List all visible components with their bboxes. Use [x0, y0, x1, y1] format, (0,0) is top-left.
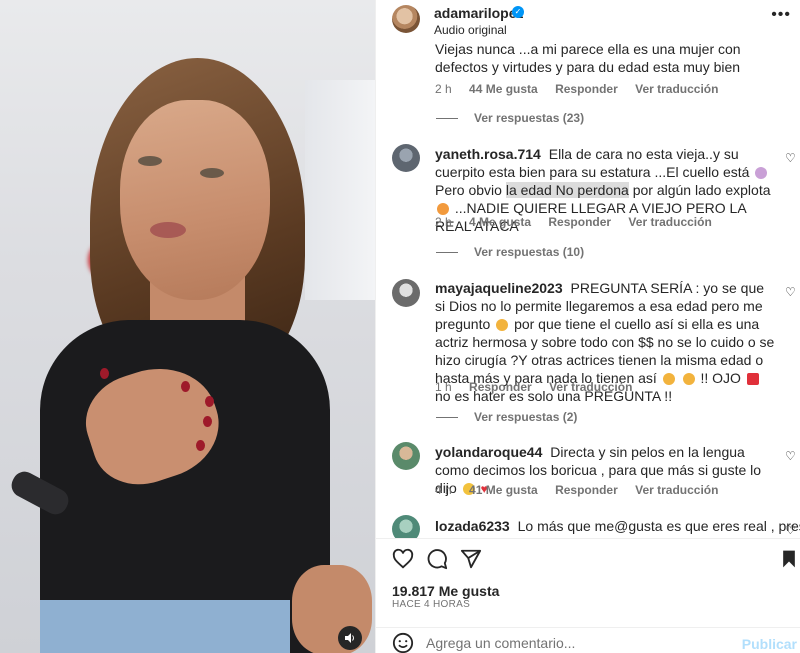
more-options-icon[interactable]: ••• — [771, 6, 791, 24]
view-replies-button[interactable]: Ver respuestas (10) — [436, 245, 584, 259]
comment-time: 2 h — [435, 82, 452, 96]
background-shelf — [305, 80, 375, 300]
comment-body: Lo más que me@gusta es que eres real , p… — [517, 518, 800, 534]
comment-time: 4 h — [435, 483, 452, 497]
divider — [436, 416, 458, 418]
comment-text: Viejas nunca ...a mi parece ella es una … — [435, 44, 741, 75]
avatar[interactable] — [392, 442, 420, 470]
comment-meta: 2 h 44 Me gusta Responder Ver traducción — [435, 82, 732, 96]
translate-button[interactable]: Ver traducción — [635, 82, 718, 96]
share-icon[interactable] — [460, 548, 482, 570]
comment-username[interactable]: lozada6233 — [435, 518, 510, 534]
comment-likes[interactable]: 4 Me gusta — [469, 215, 531, 229]
divider — [436, 251, 458, 253]
divider — [436, 117, 458, 119]
highlighted-text: la edad No perdona — [505, 182, 629, 198]
comment-username[interactable]: mayajaqueline2023 — [435, 280, 563, 296]
comment-text: lozada6233 Lo más que me@gusta es que er… — [435, 517, 800, 535]
post-header: adamarilopez ✓ Audio original ••• — [376, 0, 800, 44]
nail — [196, 440, 205, 451]
verified-badge-icon: ✓ — [512, 6, 524, 18]
avatar[interactable] — [392, 144, 420, 172]
person-jeans — [40, 600, 290, 653]
thinking-emoji-icon — [662, 373, 675, 386]
audio-link[interactable]: Audio original — [434, 23, 507, 37]
comment-username[interactable]: yaneth.rosa.714 — [435, 146, 541, 162]
nail — [100, 368, 109, 379]
view-replies-label: Ver respuestas (2) — [474, 410, 578, 424]
reply-button[interactable]: Responder — [469, 380, 532, 394]
comment-body: por algún lado explota — [632, 182, 771, 198]
comment-body: Pero obvio — [435, 182, 502, 198]
post-comment-button[interactable]: Publicar — [742, 636, 797, 652]
comment-input[interactable] — [426, 634, 726, 652]
post-username[interactable]: adamarilopez — [434, 5, 523, 21]
person-eye — [138, 156, 162, 166]
person-lips — [150, 222, 186, 238]
comments-list[interactable]: Viejas nunca ...a mi parece ella es una … — [376, 44, 800, 538]
thinking-emoji-icon — [496, 319, 509, 332]
avatar[interactable] — [392, 5, 420, 33]
comment-icon[interactable] — [426, 548, 448, 570]
speaker-icon[interactable] — [338, 626, 362, 650]
post-media-video[interactable] — [0, 0, 375, 653]
likes-count[interactable]: 19.817 Me gusta — [392, 583, 499, 599]
comment-likes[interactable]: 44 Me gusta — [469, 82, 538, 96]
nail — [205, 396, 214, 407]
comment-like-heart-icon[interactable]: ♡ — [785, 152, 797, 164]
nail — [181, 381, 190, 392]
comment-body: !! OJO — [700, 370, 741, 386]
post-timestamp: HACE 4 HORAS — [392, 599, 471, 610]
person-eye — [200, 168, 224, 178]
reply-button[interactable]: Responder — [555, 82, 618, 96]
comment-meta: 1 h Responder Ver traducción — [435, 380, 646, 394]
comment-likes[interactable]: 41 Me gusta — [469, 483, 538, 497]
comment-like-heart-icon[interactable]: ♡ — [785, 450, 797, 462]
comment-username[interactable]: yolandaroque44 — [435, 444, 542, 460]
view-replies-button[interactable]: Ver respuestas (2) — [436, 410, 577, 424]
comment-time: 1 h — [435, 380, 452, 394]
view-replies-label: Ver respuestas (23) — [474, 111, 585, 125]
nail — [203, 416, 212, 427]
avatar[interactable] — [392, 515, 420, 538]
comment-meta: 4 h 41 Me gusta Responder Ver traducción — [435, 483, 732, 497]
avatar[interactable] — [392, 279, 420, 307]
reply-button[interactable]: Responder — [555, 483, 618, 497]
view-replies-label: Ver respuestas (10) — [474, 245, 585, 259]
emoji-icon[interactable] — [392, 632, 414, 653]
comment-like-heart-icon[interactable]: ♡ — [785, 286, 797, 298]
laughing-emoji-icon — [437, 203, 449, 216]
siren-emoji-icon — [746, 373, 759, 386]
person-face — [120, 100, 270, 300]
bookmark-icon[interactable] — [779, 548, 799, 570]
comment-time: 2 h — [435, 215, 452, 229]
post-action-bar — [376, 538, 800, 578]
confused-emoji-icon — [682, 373, 695, 386]
translate-button[interactable]: Ver traducción — [549, 380, 632, 394]
woman-emoji-icon — [755, 167, 768, 180]
comment-meta: 2 h 4 Me gusta Responder Ver traducción — [435, 215, 726, 229]
translate-button[interactable]: Ver traducción — [628, 215, 711, 229]
comment-like-heart-icon[interactable]: ♡ — [785, 524, 797, 536]
view-replies-button[interactable]: Ver respuestas (23) — [436, 111, 584, 125]
reply-button[interactable]: Responder — [548, 215, 611, 229]
post-details-panel: adamarilopez ✓ Audio original ••• Viejas… — [375, 0, 800, 653]
heart-icon[interactable] — [392, 548, 414, 570]
translate-button[interactable]: Ver traducción — [635, 483, 718, 497]
comment-form: Publicar — [376, 627, 800, 653]
